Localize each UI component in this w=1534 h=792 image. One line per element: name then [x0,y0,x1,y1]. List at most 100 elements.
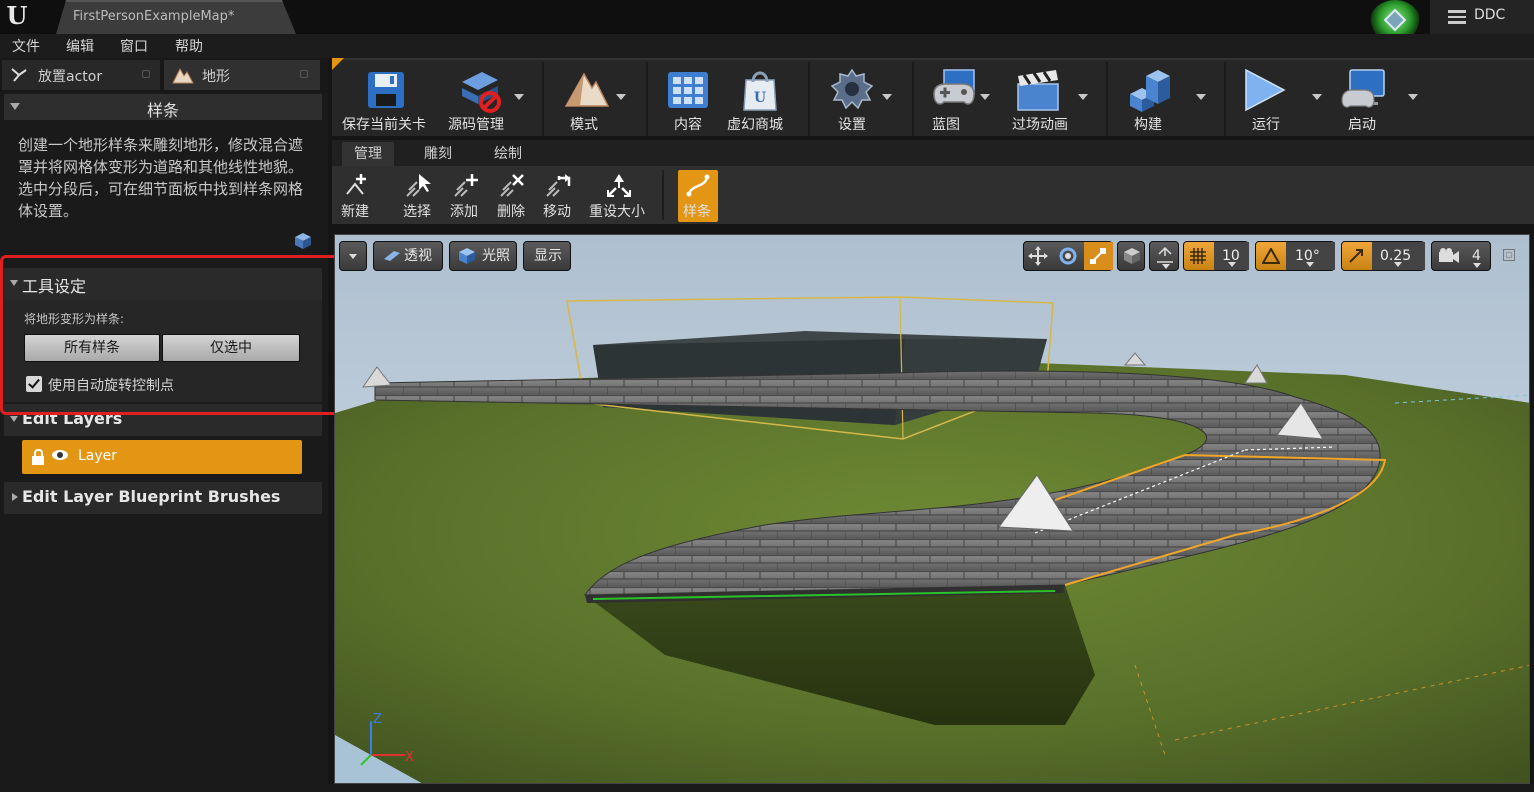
coordinate-system-button[interactable] [1117,241,1145,271]
dropdown-arrow-icon [1162,264,1170,269]
save-current-level-button[interactable]: 保存当前关卡 [338,60,434,138]
all-splines-button[interactable]: 所有样条 [24,334,160,362]
collapse-arrow-icon [10,280,18,286]
unreal-logo-icon[interactable]: U [4,2,30,30]
blueprints-button[interactable]: 蓝图 [924,60,1000,138]
translate-icon[interactable] [1028,246,1048,266]
ddc-status-button[interactable]: DDC [1430,0,1534,34]
modes-panel: 放置actor 地形 样条 创建一个地形样条来雕刻地形，修改混合遮罩并将网格体变… [0,58,346,792]
cinematics-clapper-icon [1017,70,1059,111]
tool-new-button[interactable]: 新建 [338,170,374,222]
tab-manage[interactable]: 管理 [342,142,394,166]
tab-paint[interactable]: 绘制 [482,142,534,166]
scale-mode-active[interactable] [1084,242,1113,270]
level-viewport[interactable]: 透视 光照 显示 10 10° 0.25 4 Z X [334,234,1530,784]
menu-edit[interactable]: 编辑 [66,36,94,56]
maximize-viewport-icon[interactable] [1503,249,1515,261]
modes-dropdown-icon[interactable] [616,94,626,100]
rotate-icon[interactable] [1058,246,1078,266]
document-tab[interactable]: FirstPersonExampleMap* [56,0,296,34]
layer-row[interactable]: Layer [22,440,302,474]
tool-select-button[interactable]: 选择 [400,170,436,222]
dropdown-arrow-icon [1306,262,1314,267]
auto-rotate-checkbox[interactable] [26,376,42,392]
cinematics-button[interactable]: 过场动画 [1008,60,1102,138]
ddc-label: DDC [1474,7,1506,23]
tab-landscape-label: 地形 [202,69,230,85]
tool-add-button[interactable]: 添加 [448,170,484,222]
tool-settings-body: 将地形变形为样条: 所有样条 仅选中 使用自动旋转控制点 [4,300,322,402]
help-cube-icon[interactable] [294,232,312,250]
tool-spline-button[interactable]: 样条 [678,170,718,222]
settings-dropdown-icon[interactable] [882,94,892,100]
lighting-button[interactable]: 光照 [449,241,517,271]
marketplace-bag-icon: U [743,71,777,111]
new-icon [346,174,366,195]
dropdown-arrow-icon [1394,262,1402,267]
grid-snap-group[interactable]: 10 [1183,241,1249,271]
show-button[interactable]: 显示 [523,241,571,271]
lock-body [32,456,44,465]
tab-pin-icon[interactable] [142,70,150,78]
build-dropdown-icon[interactable] [1196,94,1206,100]
viewport-scene[interactable] [335,235,1530,784]
tool-delete-button[interactable]: 删除 [494,170,530,222]
toolbar-separator [912,62,914,136]
dropdown-arrow-icon [349,254,357,259]
blueprint-brushes-header[interactable]: Edit Layer Blueprint Brushes [4,482,322,514]
selected-only-button[interactable]: 仅选中 [162,334,300,362]
launch-dropdown-icon[interactable] [1408,94,1418,100]
tab-sculpt[interactable]: 雕刻 [412,142,464,166]
blueprints-dropdown-icon[interactable] [980,94,990,100]
expand-arrow-icon [12,493,22,501]
move-icon [546,174,571,197]
blueprints-label: 蓝图 [932,117,960,133]
tab-place-actor-label: 放置actor [38,69,103,85]
rotation-snap-value-box[interactable]: 10° [1286,242,1335,270]
perspective-button[interactable]: 透视 [373,241,443,271]
save-label: 保存当前关卡 [342,117,426,133]
edit-layers-header[interactable]: Edit Layers [4,404,322,436]
cinematics-label: 过场动画 [1012,117,1068,133]
menu-bar: 文件 编辑 窗口 帮助 [0,34,1534,58]
menu-window[interactable]: 窗口 [120,36,148,56]
marketplace-button[interactable]: U 虚幻商城 [726,60,800,138]
scale-snap-value-box[interactable]: 0.25 [1372,242,1425,270]
tool-settings-header[interactable]: 工具设定 [4,268,322,300]
tab-place-actor[interactable]: 放置actor [2,60,160,90]
build-button[interactable]: 构建 [1118,60,1212,138]
scale-snap-group[interactable]: 0.25 [1341,241,1425,271]
rotation-snap-group[interactable]: 10° [1255,241,1335,271]
launch-button[interactable]: 启动 [1332,60,1418,138]
play-dropdown-icon[interactable] [1312,94,1322,100]
source-control-icon [462,72,501,113]
cinematics-dropdown-icon[interactable] [1078,94,1088,100]
settings-gear-icon [830,68,874,110]
tab-pin-icon[interactable] [300,70,308,78]
visibility-eye-icon[interactable] [52,450,68,460]
tool-description: 创建一个地形样条来雕刻地形，修改混合遮罩并将网格体变形为道路和其他线性地貌。选中… [18,136,304,220]
launch-label: 启动 [1348,117,1376,133]
settings-button[interactable]: 设置 [820,60,900,138]
tool-resize-button[interactable]: 重设大小 [586,170,652,222]
surface-snap-button[interactable] [1149,241,1179,271]
play-button[interactable]: 运行 [1236,60,1324,138]
transform-mode-group [1023,241,1113,271]
tool-move-button[interactable]: 移动 [540,170,576,222]
viewport-options-button[interactable] [339,241,367,271]
toolbar-separator [542,62,544,136]
grid-snap-value-box[interactable]: 10 [1214,242,1249,270]
menu-file[interactable]: 文件 [12,36,40,56]
source-control-button[interactable]: 源码管理 [440,60,528,138]
source-control-dropdown-icon[interactable] [514,94,524,100]
tool-settings-title: 工具设定 [22,277,87,296]
delete-icon [500,174,524,197]
modes-button[interactable]: 模式 [554,60,634,138]
tools-separator [662,170,664,220]
content-button[interactable]: 内容 [658,60,722,138]
tool-select-label: 选择 [403,204,431,220]
tab-landscape[interactable]: 地形 [164,60,320,90]
camera-speed-button[interactable]: 4 [1431,241,1491,271]
place-actor-icon [11,68,27,82]
menu-help[interactable]: 帮助 [175,36,203,56]
